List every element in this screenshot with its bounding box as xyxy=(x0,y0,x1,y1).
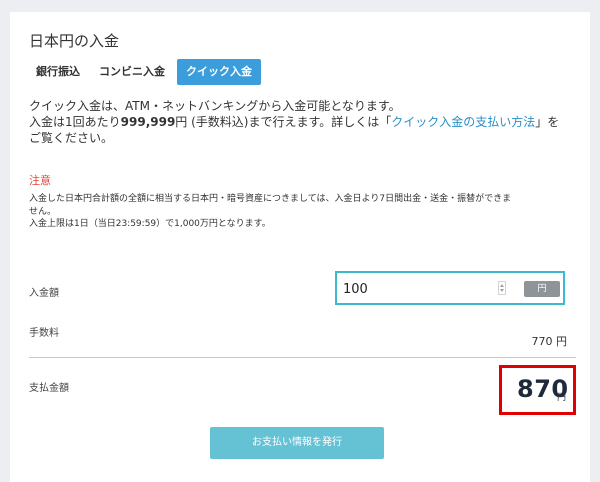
tab-bank-transfer[interactable]: 銀行振込 xyxy=(29,59,87,85)
notice-text: 入金した日本円合計額の全額に相当する日本円・暗号資産につきましては、入金日より7… xyxy=(29,193,574,231)
deposit-amount-label: 入金額 xyxy=(29,288,59,299)
fee-value: 770 円 xyxy=(531,335,568,348)
intro-limit-amount: 999,999 xyxy=(120,115,176,129)
intro-line-2-prefix: 入金は1回あたり xyxy=(29,115,121,129)
total-label: 支払金額 xyxy=(29,383,69,394)
amount-stepper[interactable] xyxy=(498,281,506,295)
page-title: 日本円の入金 xyxy=(29,32,120,50)
tab-convenience-store[interactable]: コンビニ入金 xyxy=(92,59,172,85)
intro-line-1: クイック入金は、ATM・ネットバンキングから入金可能となります。 xyxy=(29,99,401,113)
currency-unit-badge: 円 xyxy=(524,281,560,297)
intro-text: クイック入金は、ATM・ネットバンキングから入金可能となります。 入金は1回あた… xyxy=(29,98,574,146)
fee-label: 手数料 xyxy=(29,328,59,339)
notice-line-1: 入金した日本円合計額の全額に相当する日本円・暗号資産につきましては、入金日より7… xyxy=(29,194,512,204)
tab-quick-deposit[interactable]: クイック入金 xyxy=(177,59,261,85)
notice-line-2: せん。 xyxy=(29,206,57,217)
intro-line-3: ご覧ください。 xyxy=(29,131,114,145)
deposit-card: 日本円の入金 銀行振込 コンビニ入金 クイック入金 クイック入金は、ATM・ネッ… xyxy=(10,12,590,482)
issue-payment-info-button[interactable]: お支払い情報を発行 xyxy=(210,427,384,459)
notice-title: 注意 xyxy=(29,174,51,187)
deposit-amount-field[interactable]: 円 xyxy=(335,271,565,305)
intro-line-2: 入金は1回あたり999,999円 (手数料込)まで行えます。詳しくは「クイック入… xyxy=(29,114,574,130)
intro-line-2-mid: 円 (手数料込)まで行えます。詳しくは「 xyxy=(175,115,392,129)
intro-line-2-suffix: 」を xyxy=(535,115,560,129)
stepper-down-icon[interactable] xyxy=(500,289,504,292)
stepper-up-icon[interactable] xyxy=(500,284,504,287)
divider xyxy=(29,357,576,358)
deposit-amount-input[interactable] xyxy=(343,280,483,298)
quick-deposit-howto-link[interactable]: クイック入金の支払い方法 xyxy=(391,115,535,129)
total-unit: 円 xyxy=(557,393,567,403)
deposit-method-tabs: 銀行振込 コンビニ入金 クイック入金 xyxy=(29,59,266,85)
total-amount-highlight: 870 円 xyxy=(499,365,576,415)
notice-line-3: 入金上限は1日（当日23:59:59）で1,000万円となります。 xyxy=(29,219,271,229)
